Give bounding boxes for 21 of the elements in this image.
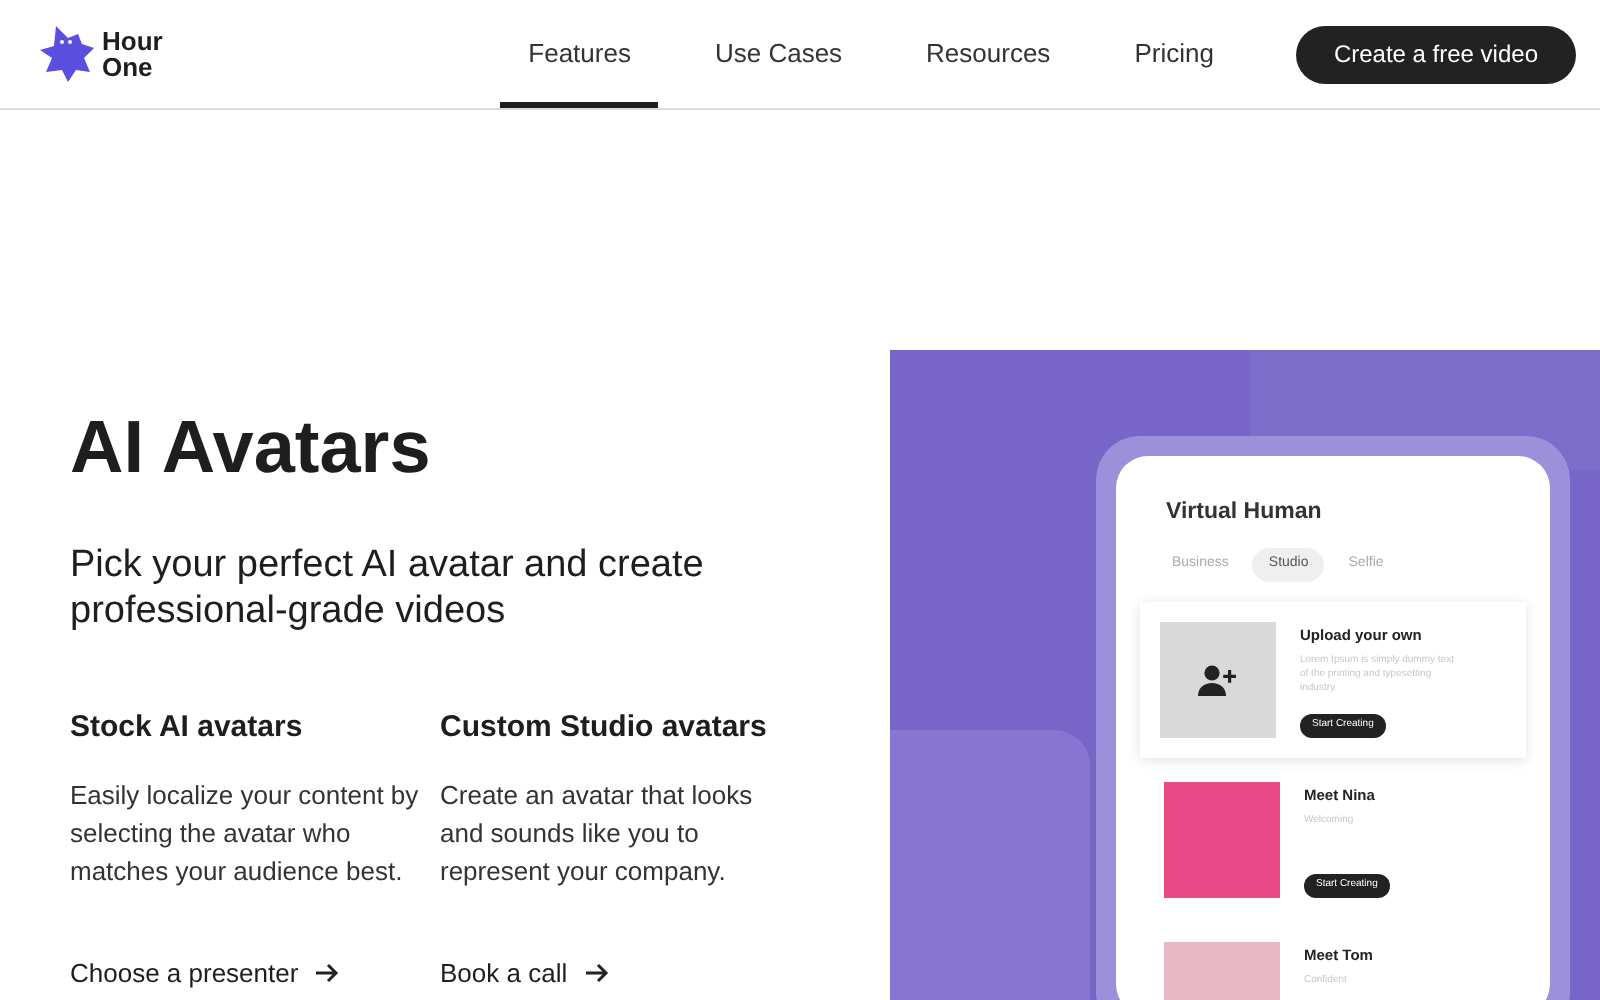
upload-placeholder[interactable] (1160, 621, 1276, 738)
column-heading: Custom Studio avatars (440, 708, 769, 748)
nav-link[interactable]: Resources (898, 0, 1079, 108)
nav-link[interactable]: Use Cases (686, 0, 871, 108)
user-plus-icon (1198, 663, 1238, 696)
panel-title: Virtual Human (1166, 498, 1324, 528)
arrow-right-icon (583, 961, 610, 984)
column-heading: Stock AI avatars (70, 708, 305, 748)
star-logo-icon (40, 24, 96, 84)
text-link[interactable]: Book a call (440, 953, 770, 992)
nav-link[interactable]: Features (500, 0, 659, 108)
hero-subtitle: Pick your perfect AI avatar and create professional-grade videos (70, 542, 706, 634)
nav-link[interactable]: Pricing (1106, 0, 1242, 108)
arrow-right-icon (314, 961, 341, 984)
logo-text: One (102, 54, 155, 80)
column-text: Create an avatar that looks and sounds like you to represent your company. (440, 777, 755, 889)
hero-title: AI Avatars (70, 404, 433, 492)
logo-text: Hour (102, 28, 163, 54)
column-text: Easily localize your content by selecting the avatar who matches your audience best. (70, 777, 421, 889)
text-link[interactable]: Choose a presenter (70, 953, 400, 992)
cta-button[interactable]: Create a free video (1295, 25, 1576, 83)
